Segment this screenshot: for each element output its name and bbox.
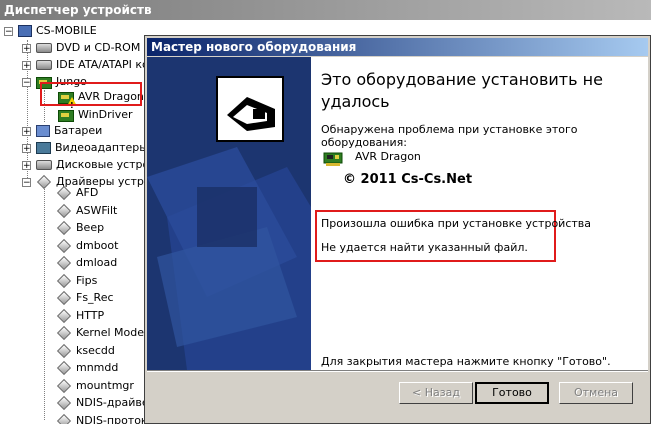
new-hardware-wizard: Мастер нового оборудования Это оборудова…: [144, 35, 651, 424]
collapse-icon[interactable]: −: [22, 178, 31, 188]
driver-icon: [56, 361, 72, 375]
wizard-content: Это оборудование установить не удалось О…: [311, 57, 648, 370]
tree-item-ndis-protocol[interactable]: NDIS-протокс: [56, 412, 154, 424]
button-separator: [147, 370, 648, 372]
tree-item-dvd[interactable]: + DVD и CD-ROM ди: [22, 39, 159, 57]
tree-item-label: Beep: [76, 221, 105, 234]
tree-item-label: HTTP: [76, 309, 105, 322]
expand-icon[interactable]: +: [22, 61, 31, 71]
device-manager-titlebar[interactable]: Диспетчер устройств: [0, 0, 651, 20]
highlight-box: [40, 82, 142, 106]
driver-icon: [56, 379, 72, 393]
problem-text: Обнаружена проблема при установке этого …: [321, 123, 578, 149]
tree-item-fs-rec[interactable]: Fs_Rec: [56, 289, 114, 307]
tree-item-label: Fips: [76, 274, 98, 287]
tree-item-label: AFD: [76, 186, 99, 199]
tree-item-dmboot[interactable]: dmboot: [56, 237, 118, 255]
expand-icon[interactable]: +: [22, 127, 31, 137]
tree-item-ksecdd[interactable]: ksecdd: [56, 342, 115, 360]
tree-item-video[interactable]: + Видеоадаптеры: [22, 139, 148, 157]
driver-icon: [56, 274, 72, 288]
tree-item-mountmgr[interactable]: mountmgr: [56, 377, 134, 395]
wizard-banner: [147, 57, 311, 370]
tree-item-label: NDIS-протокс: [76, 414, 154, 424]
tree-line: [44, 180, 45, 420]
watermark: © 2011 Cs-Cs.Net: [343, 172, 473, 187]
drive-icon: [36, 160, 52, 170]
driver-icon: [56, 326, 72, 340]
wizard-titlebar[interactable]: Мастер нового оборудования: [147, 38, 648, 56]
expand-icon[interactable]: +: [22, 44, 31, 54]
expand-icon[interactable]: +: [22, 161, 31, 171]
tree-item-label: mnmdd: [76, 361, 119, 374]
tree-item-label: dmload: [76, 256, 118, 269]
tree-item-kernel-mode[interactable]: Kernel Mode D: [56, 324, 156, 342]
collapse-icon[interactable]: −: [4, 27, 13, 37]
tree-item-label: Дисковые устрой: [56, 158, 157, 171]
finish-button[interactable]: Готово: [475, 382, 549, 404]
tree-item-root[interactable]: − CS-MOBILE: [4, 22, 97, 40]
tree-item-label: dmboot: [76, 239, 119, 252]
monitor-icon: [36, 142, 51, 154]
wizard-banner-art: [147, 57, 311, 370]
cancel-button[interactable]: Отмена: [559, 382, 633, 404]
computer-icon: [18, 25, 32, 37]
tree-item-mnmdd[interactable]: mnmdd: [56, 359, 118, 377]
driver-icon: [56, 186, 72, 200]
driver-icon: [56, 239, 72, 253]
wizard-heading: Это оборудование установить не удалось: [321, 70, 603, 111]
tree-item-afd[interactable]: AFD: [56, 184, 98, 202]
driver-icon: [56, 221, 72, 235]
tree-item-ndis-driver[interactable]: NDIS-драйвер: [56, 394, 156, 412]
driver-icon: [56, 344, 72, 358]
battery-icon: [36, 125, 50, 137]
error-detail: Не удается найти указанный файл.: [321, 241, 528, 254]
tree-item-label: ASWFilt: [76, 204, 118, 217]
device-card-icon: [323, 152, 343, 166]
driver-icon: [56, 204, 72, 218]
tree-item-beep[interactable]: Beep: [56, 219, 104, 237]
tree-item-label: mountmgr: [76, 379, 134, 392]
driver-icon: [56, 291, 72, 305]
tree-item-aswfilt[interactable]: ASWFilt: [56, 202, 117, 220]
collapse-icon[interactable]: −: [22, 78, 31, 88]
drive-icon: [36, 43, 52, 53]
drive-icon: [36, 60, 52, 70]
card-icon: [58, 110, 74, 122]
tree-item-label: Fs_Rec: [76, 291, 114, 304]
tree-item-label: Батареи: [54, 124, 103, 137]
driver-icon: [36, 175, 52, 189]
finish-hint: Для закрытия мастера нажмите кнопку "Гот…: [321, 355, 611, 368]
driver-icon: [56, 309, 72, 323]
driver-icon: [56, 256, 72, 270]
device-name: AVR Dragon: [355, 150, 421, 163]
driver-icon: [56, 396, 72, 410]
tree-item-dmload[interactable]: dmload: [56, 254, 117, 272]
tree-item-label: ksecdd: [76, 344, 115, 357]
tree-item-label: IDE ATA/ATAPI кс: [56, 58, 149, 71]
error-message: Произошла ошибка при установке устройств…: [321, 217, 591, 230]
driver-icon: [56, 414, 72, 424]
back-button[interactable]: < Назад: [399, 382, 473, 404]
tree-item-label: Видеоадаптеры: [55, 141, 148, 154]
expand-icon[interactable]: +: [22, 144, 31, 154]
tree-item-fips[interactable]: Fips: [56, 272, 97, 290]
tree-item-disks[interactable]: + Дисковые устрой: [22, 156, 156, 174]
tree-item-batteries[interactable]: + Батареи: [22, 122, 102, 140]
tree-item-label: CS-MOBILE: [36, 24, 97, 37]
tree-item-ide[interactable]: + IDE ATA/ATAPI кс: [22, 56, 148, 74]
tree-item-http[interactable]: HTTP: [56, 307, 104, 325]
